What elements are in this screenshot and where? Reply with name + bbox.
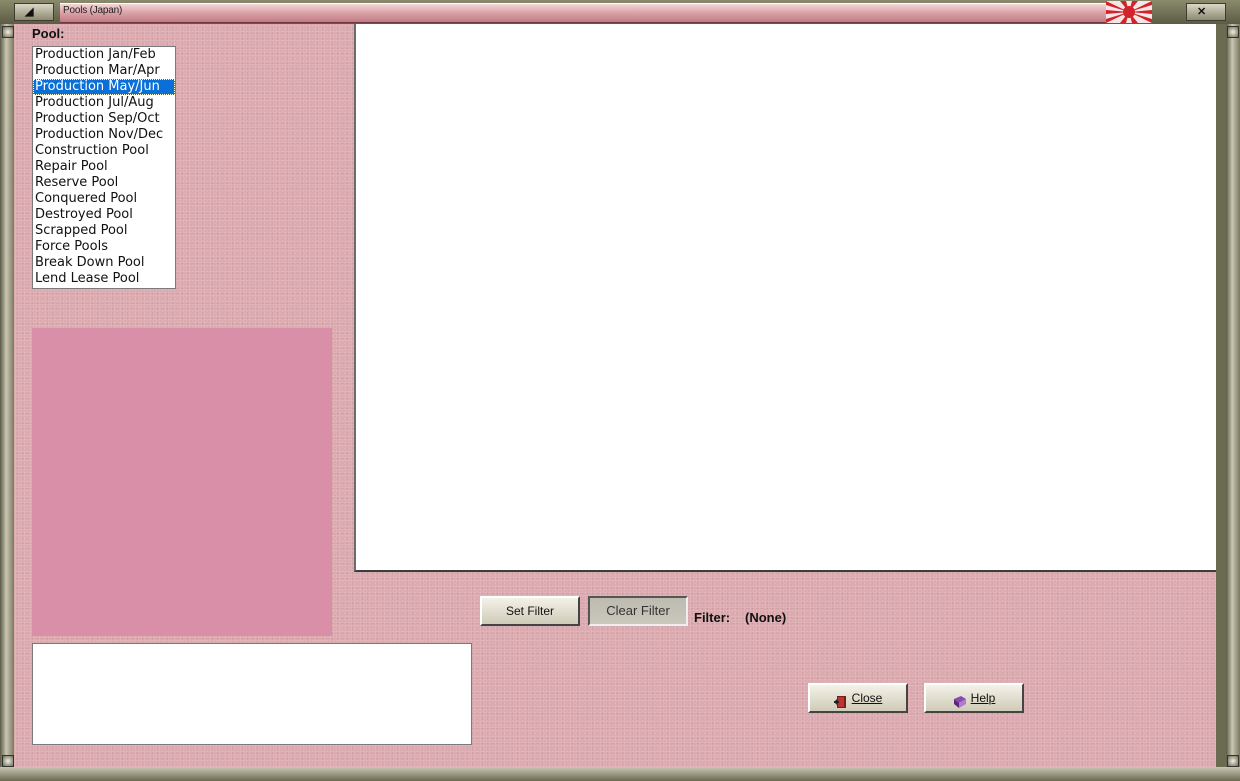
frame-left [0,24,14,767]
pool-listbox[interactable]: Production Jan/Feb Production Mar/Apr Prod… [32,46,176,289]
pool-list-item[interactable]: Production Nov/Dec [33,127,175,143]
pool-list-item[interactable]: Production Mar/Apr [33,63,175,79]
exit-door-icon [833,692,848,708]
pool-list-item[interactable]: Production Sep/Oct [33,111,175,127]
pool-label: Pool: [32,26,65,41]
pools-window: ◢ Pools (Japan) ✕ Pool: Production Jan/F… [0,0,1240,781]
help-book-icon [953,692,967,708]
pool-list-item[interactable]: Repair Pool [33,159,175,175]
pool-list-item[interactable]: Destroyed Pool [33,207,175,223]
frame-right [1226,24,1240,767]
title-strip [60,3,1152,23]
pool-list-item[interactable]: Reserve Pool [33,175,175,191]
pool-list-item[interactable]: Construction Pool [33,143,175,159]
pool-contents-pane[interactable] [354,24,1216,572]
window-title: Pools (Japan) [63,5,123,16]
pool-list-item[interactable]: Scrapped Pool [33,223,175,239]
help-button[interactable]: Help [924,683,1024,713]
pool-list-item[interactable]: Production Jul/Aug [33,95,175,111]
pool-list-item[interactable]: Conquered Pool [33,191,175,207]
minimize-button[interactable]: ◢ [14,3,54,21]
close-button[interactable]: Close [808,683,908,713]
pool-list-item[interactable]: Break Down Pool [33,255,175,271]
frame-rivet-icon [2,26,14,38]
title-bar[interactable]: ◢ Pools (Japan) ✕ [0,0,1240,24]
frame-rivet-icon [1227,26,1239,38]
clear-filter-button[interactable]: Clear Filter [588,596,688,626]
frame-rivet-icon [2,755,14,767]
pool-list-item[interactable]: Force Pools [33,239,175,255]
frame-bottom [0,767,1240,781]
filter-value: (None) [745,610,787,625]
info-box [32,643,472,745]
filter-label: Filter: [694,610,731,625]
preview-panel [32,328,332,636]
pool-list-item[interactable]: Production Jan/Feb [33,47,175,63]
minimize-icon: ◢ [25,6,34,18]
pool-list-item[interactable]: Production May/Jun [33,79,175,95]
help-button-label: Help [970,691,996,705]
set-filter-button[interactable]: Set Filter [480,596,580,626]
client-area: Pool: Production Jan/Feb Production Mar/A… [14,24,1216,767]
pool-list-item[interactable]: Lend Lease Pool [33,271,175,287]
close-button-label: Close [851,691,883,705]
frame-rivet-icon [1227,755,1239,767]
close-window-button[interactable]: ✕ [1186,3,1226,21]
rising-sun-flag-icon [1106,1,1152,23]
close-icon: ✕ [1197,6,1207,18]
